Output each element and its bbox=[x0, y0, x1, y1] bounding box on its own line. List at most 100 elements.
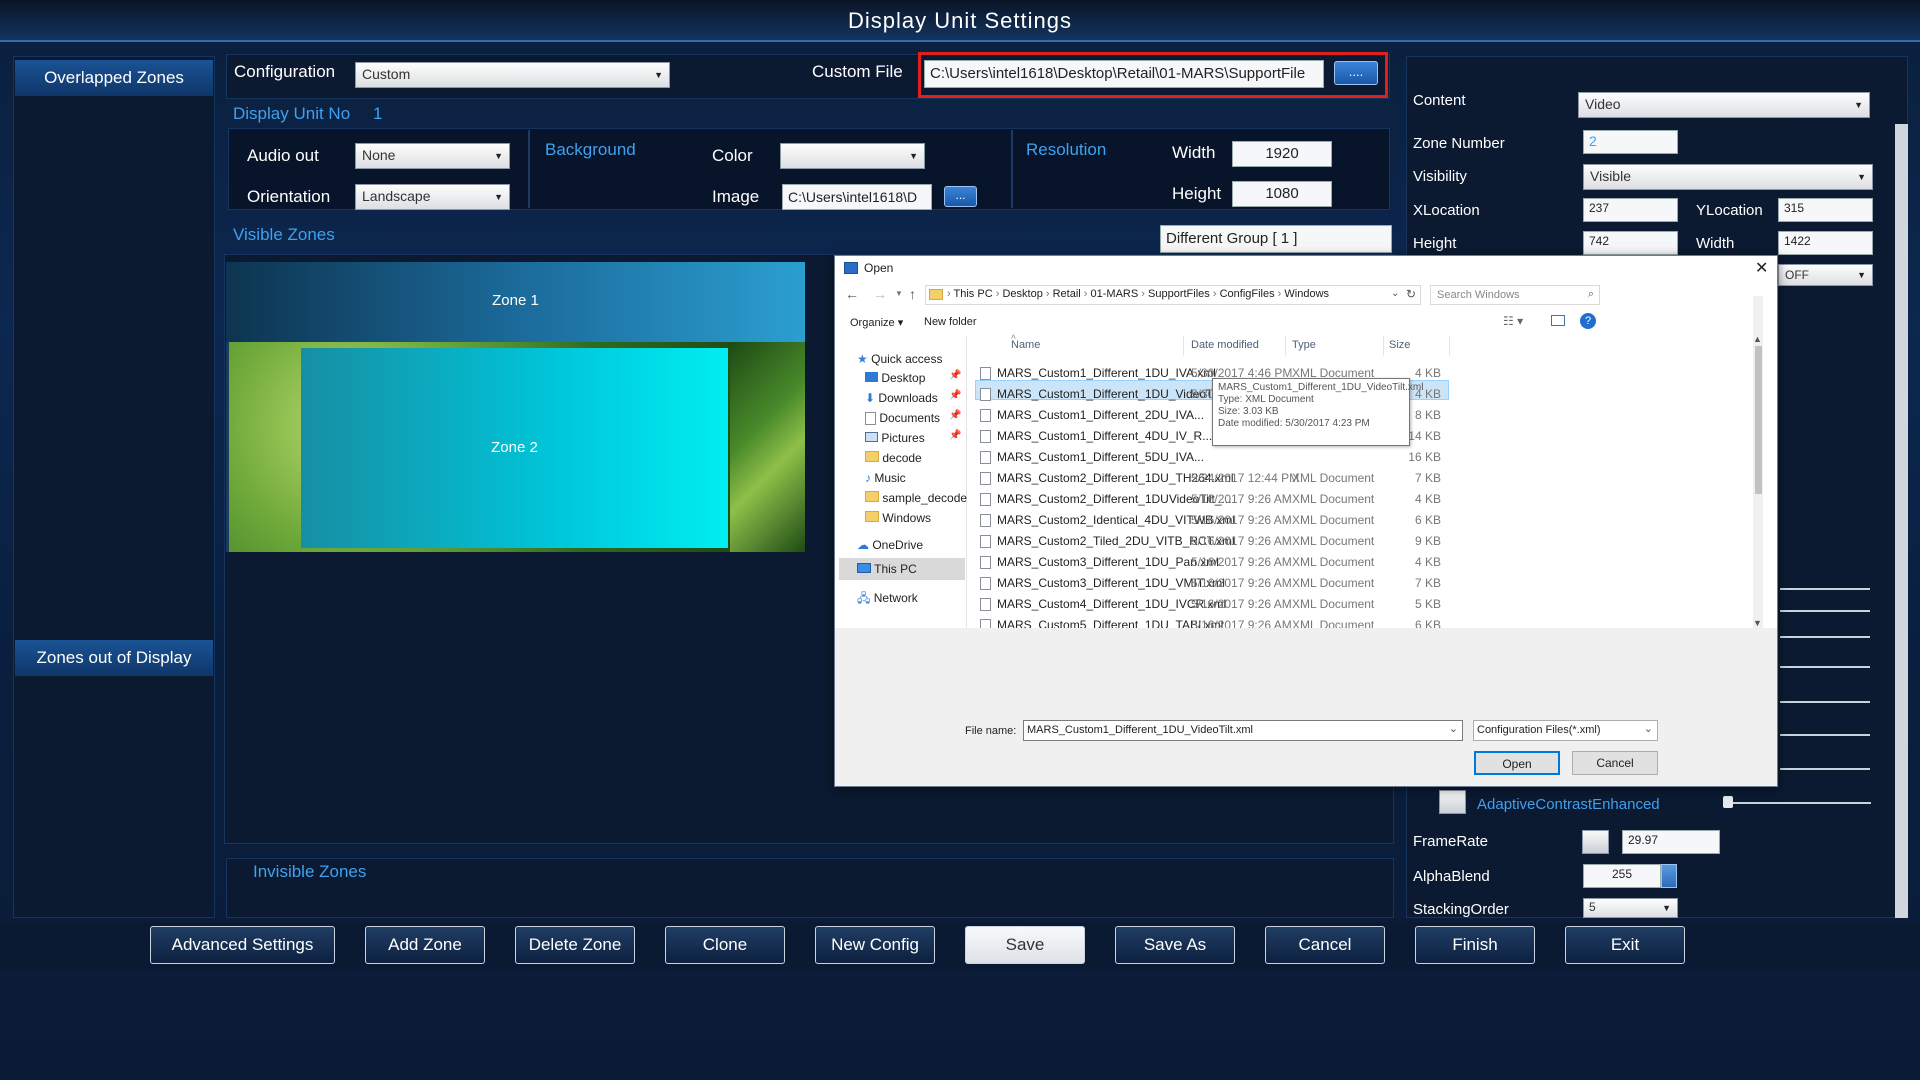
column-date-modified[interactable]: Date modified bbox=[1191, 339, 1259, 351]
color-select[interactable]: ▼ bbox=[780, 143, 925, 169]
orientation-select[interactable]: Landscape ▼ bbox=[355, 184, 510, 210]
back-arrow-icon[interactable]: ← bbox=[845, 286, 859, 302]
zones-out-of-display-header[interactable]: Zones out of Display bbox=[15, 640, 213, 676]
properties-scrollbar[interactable] bbox=[1895, 124, 1908, 918]
save-button[interactable]: Save bbox=[965, 926, 1085, 964]
add-zone-button[interactable]: Add Zone bbox=[365, 926, 485, 964]
file-row[interactable]: MARS_Custom4_Different_1DU_IVCR.xml 5/16/… bbox=[975, 594, 1449, 615]
dialog-cancel-button[interactable]: Cancel bbox=[1572, 751, 1658, 775]
open-button[interactable]: Open bbox=[1474, 751, 1560, 775]
zone-1[interactable]: Zone 1 bbox=[226, 262, 805, 342]
nav-music[interactable]: ♪ Music bbox=[865, 471, 906, 485]
zone-number-input[interactable]: 2 bbox=[1583, 130, 1678, 154]
advanced-settings-button[interactable]: Advanced Settings bbox=[150, 926, 335, 964]
column-type[interactable]: Type bbox=[1292, 339, 1316, 351]
nav-downloads[interactable]: ⬇ Downloads bbox=[865, 391, 938, 405]
file-row[interactable]: MARS_Custom2_Identical_4DU_VITWB.xml 5/16… bbox=[975, 510, 1449, 531]
slider-track[interactable] bbox=[1780, 610, 1870, 612]
nav-pictures[interactable]: Pictures bbox=[865, 431, 925, 445]
width-input[interactable]: 1920 bbox=[1232, 141, 1332, 167]
close-icon[interactable]: ✕ bbox=[1755, 258, 1768, 278]
search-input[interactable]: Search Windows ⌕ bbox=[1430, 285, 1600, 305]
breadcrumb-windows[interactable]: Windows bbox=[1284, 288, 1329, 300]
breadcrumb-configfiles[interactable]: ConfigFiles bbox=[1220, 288, 1275, 300]
zone-group-field[interactable]: Different Group [ 1 ] bbox=[1160, 225, 1392, 253]
scroll-down-icon[interactable]: ▼ bbox=[1753, 618, 1762, 628]
slider-track[interactable] bbox=[1780, 734, 1870, 736]
breadcrumb-01-mars[interactable]: 01-MARS bbox=[1091, 288, 1139, 300]
slider-track[interactable] bbox=[1780, 701, 1870, 703]
cancel-button[interactable]: Cancel bbox=[1265, 926, 1385, 964]
zone-height-input[interactable]: 742 bbox=[1583, 231, 1678, 255]
file-row[interactable]: MARS_Custom2_Tiled_2DU_VITB_RCT.xml 5/16/… bbox=[975, 531, 1449, 552]
address-dropdown-icon[interactable]: ⌄ bbox=[1391, 288, 1399, 299]
column-size[interactable]: Size bbox=[1389, 339, 1410, 351]
file-row[interactable]: MARS_Custom5_Different_1DU_TABI.xml 5/16/… bbox=[975, 615, 1449, 628]
refresh-icon[interactable]: ↻ bbox=[1406, 287, 1416, 301]
alphablend-spinner[interactable] bbox=[1661, 864, 1677, 888]
framerate-checkbox[interactable] bbox=[1582, 830, 1609, 854]
zone-width-input[interactable]: 1422 bbox=[1778, 231, 1873, 255]
forward-arrow-icon[interactable]: → bbox=[873, 286, 887, 302]
save-as-button[interactable]: Save As bbox=[1115, 926, 1235, 964]
slider-track[interactable] bbox=[1780, 636, 1870, 638]
file-row[interactable]: MARS_Custom3_Different_1DU_Pan.xml 5/16/2… bbox=[975, 552, 1449, 573]
file-row[interactable]: MARS_Custom2_Different_1DU_TH264.xml 5/24… bbox=[975, 468, 1449, 489]
alphablend-input[interactable]: 255 bbox=[1583, 864, 1661, 888]
file-name-input[interactable]: MARS_Custom1_Different_1DU_VideoTilt.xml… bbox=[1023, 720, 1463, 741]
finish-button[interactable]: Finish bbox=[1415, 926, 1535, 964]
view-options-icon[interactable]: ☷ ▾ bbox=[1503, 314, 1523, 328]
breadcrumb-retail[interactable]: Retail bbox=[1053, 288, 1081, 300]
file-type-filter[interactable]: Configuration Files(*.xml) ⌄ bbox=[1473, 720, 1658, 741]
nav-documents[interactable]: Documents bbox=[865, 411, 940, 426]
exit-button[interactable]: Exit bbox=[1565, 926, 1685, 964]
browse-custom-file-button[interactable]: .... bbox=[1334, 61, 1378, 85]
nav-onedrive[interactable]: ☁ OneDrive bbox=[857, 538, 923, 552]
scrollbar-thumb[interactable] bbox=[1755, 346, 1762, 494]
chevron-down-icon[interactable]: ▼ bbox=[895, 289, 903, 298]
up-arrow-icon[interactable]: ↑ bbox=[909, 286, 916, 302]
toggle-off-select[interactable]: OFF ▼ bbox=[1778, 264, 1873, 286]
configuration-select[interactable]: Custom ▼ bbox=[355, 62, 670, 88]
nav-this-pc[interactable]: This PC bbox=[857, 562, 917, 576]
framerate-input[interactable]: 29.97 bbox=[1622, 830, 1720, 854]
file-row[interactable]: MARS_Custom3_Different_1DU_VMIT.xml 5/16/… bbox=[975, 573, 1449, 594]
slider-track[interactable] bbox=[1780, 588, 1870, 590]
ylocation-input[interactable]: 315 bbox=[1778, 198, 1873, 222]
slider-track[interactable] bbox=[1780, 768, 1870, 770]
nav-desktop[interactable]: Desktop bbox=[865, 371, 925, 385]
organize-button[interactable]: Organize ▾ bbox=[850, 316, 903, 329]
breadcrumb-supportfiles[interactable]: SupportFiles bbox=[1148, 288, 1210, 300]
clone-button[interactable]: Clone bbox=[665, 926, 785, 964]
adaptive-contrast-checkbox[interactable] bbox=[1439, 790, 1466, 814]
slider-track[interactable] bbox=[1780, 666, 1870, 668]
scroll-up-icon[interactable]: ▲ bbox=[1753, 334, 1762, 344]
zone-2[interactable]: Zone 2 bbox=[301, 348, 728, 548]
new-config-button[interactable]: New Config bbox=[815, 926, 935, 964]
new-folder-button[interactable]: New folder bbox=[924, 316, 977, 328]
breadcrumb-this-pc[interactable]: This PC bbox=[954, 288, 993, 300]
slider-thumb[interactable] bbox=[1723, 796, 1733, 808]
nav-decode[interactable]: decode bbox=[865, 451, 922, 465]
column-name[interactable]: Name bbox=[1011, 339, 1040, 351]
file-row[interactable]: MARS_Custom1_Different_5DU_IVA... 16 KB bbox=[975, 447, 1449, 468]
nav-network[interactable]: 🖧 Network bbox=[857, 589, 918, 610]
audio-out-select[interactable]: None ▼ bbox=[355, 143, 510, 169]
image-path-input[interactable]: C:\Users\intel1618\D bbox=[782, 184, 932, 210]
nav-quick-access[interactable]: ★ Quick access bbox=[857, 352, 942, 366]
nav-windows[interactable]: Windows bbox=[865, 511, 931, 525]
nav-sample-decode[interactable]: sample_decode bbox=[865, 491, 967, 505]
visibility-select[interactable]: Visible ▼ bbox=[1583, 164, 1873, 190]
height-input[interactable]: 1080 bbox=[1232, 181, 1332, 207]
custom-file-input[interactable]: C:\Users\intel1618\Desktop\Retail\01-MAR… bbox=[924, 60, 1324, 88]
overlapped-zones-header[interactable]: Overlapped Zones bbox=[15, 60, 213, 96]
browse-image-button[interactable]: ... bbox=[944, 186, 977, 207]
adaptive-contrast-slider[interactable] bbox=[1724, 802, 1871, 804]
file-row[interactable]: MARS_Custom2_Different_1DUVideoTilt_... 5… bbox=[975, 489, 1449, 510]
breadcrumb-desktop[interactable]: Desktop bbox=[1002, 288, 1042, 300]
preview-pane-icon[interactable] bbox=[1551, 315, 1565, 326]
xlocation-input[interactable]: 237 bbox=[1583, 198, 1678, 222]
help-icon[interactable]: ? bbox=[1580, 313, 1596, 329]
delete-zone-button[interactable]: Delete Zone bbox=[515, 926, 635, 964]
content-select[interactable]: Video ▼ bbox=[1578, 92, 1870, 118]
